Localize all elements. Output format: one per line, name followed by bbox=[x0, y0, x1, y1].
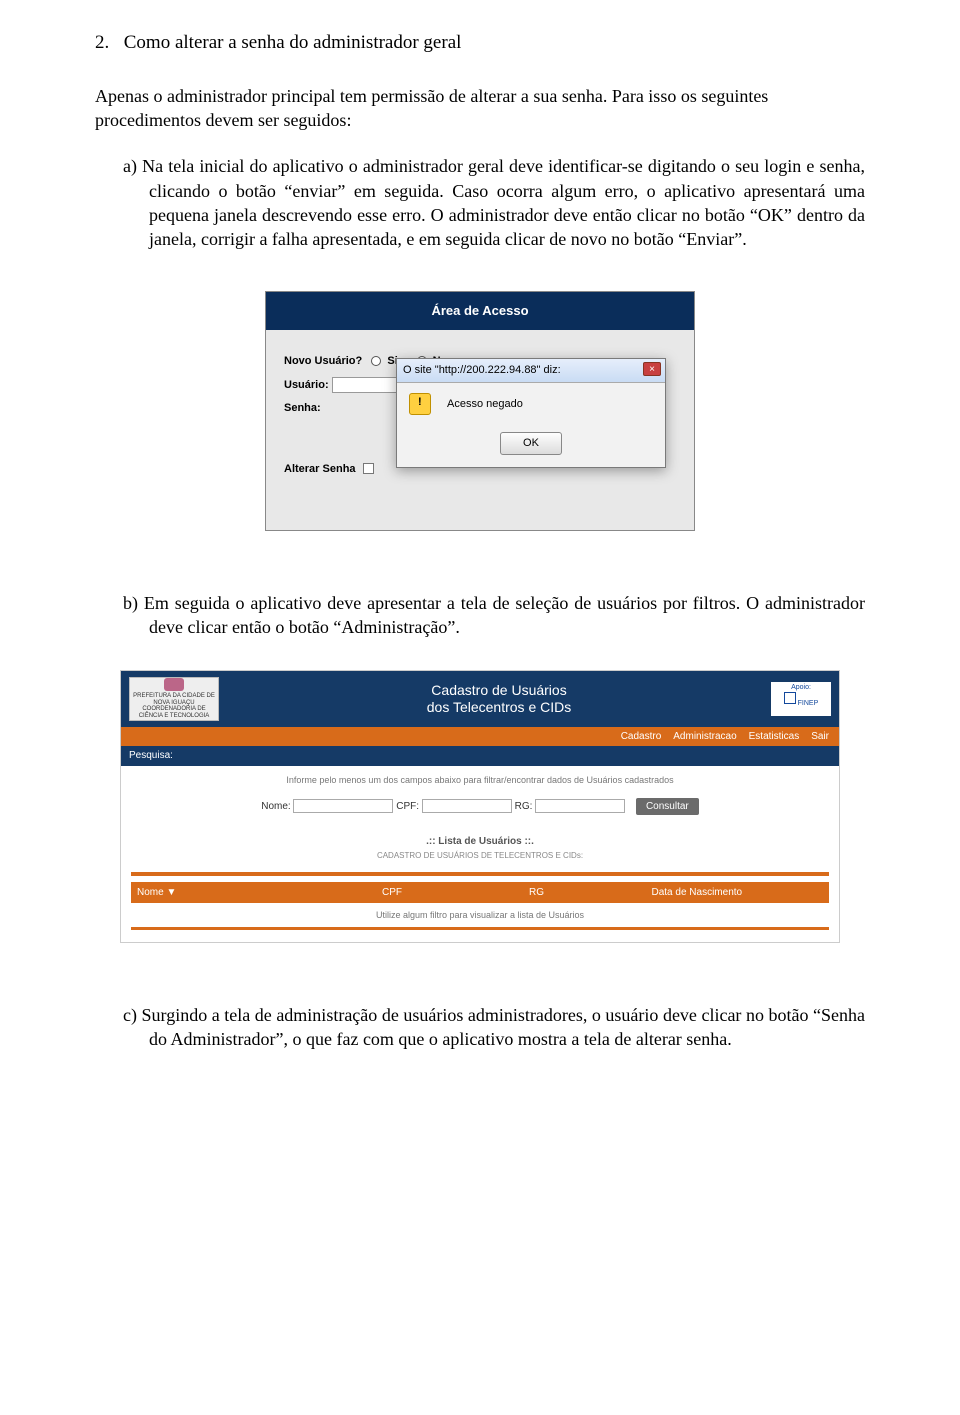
section-title-text: Como alterar a senha do administrador ge… bbox=[124, 32, 462, 53]
orange-divider-2 bbox=[131, 927, 829, 930]
login-panel-body: Novo Usuário? Sim Nao Usuário: Senha: O … bbox=[266, 330, 694, 530]
ok-button[interactable]: OK bbox=[500, 432, 562, 455]
list-item-c: c) Surgindo a tela de administração de u… bbox=[95, 1003, 865, 1052]
th-rg[interactable]: RG bbox=[529, 886, 652, 900]
radio-sim[interactable] bbox=[371, 356, 381, 366]
th-cpf[interactable]: CPF bbox=[382, 886, 529, 900]
lista-title: .:: Lista de Usuários ::. bbox=[121, 825, 839, 851]
nome-label: Nome: bbox=[261, 801, 290, 812]
list-letter-c: c) bbox=[123, 1005, 137, 1025]
error-dialog: O site "http://200.222.94.88" diz: × Ace… bbox=[396, 358, 666, 468]
logo-line1: PREFEITURA DA CIDADE DE NOVA IGUAÇU bbox=[130, 693, 218, 706]
pesquisa-bar: Pesquisa: bbox=[121, 746, 839, 766]
dialog-message: Acesso negado bbox=[447, 398, 523, 410]
dialog-title-text: O site "http://200.222.94.88" diz: bbox=[403, 364, 561, 376]
logo-line2: COORDENADORIA DE CIÊNCIA E TECNOLOGIA bbox=[130, 706, 218, 719]
filter-row: Nome: CPF: RG: Consultar bbox=[121, 794, 839, 826]
coat-of-arms-icon bbox=[164, 678, 184, 692]
cpf-label: CPF: bbox=[396, 801, 419, 812]
city-logo: PREFEITURA DA CIDADE DE NOVA IGUAÇU COOR… bbox=[129, 677, 219, 721]
list-text-b: Em seguida o aplicativo deve apresentar … bbox=[144, 593, 865, 637]
dialog-titlebar: O site "http://200.222.94.88" diz: × bbox=[397, 359, 665, 383]
user-list-screen: PREFEITURA DA CIDADE DE NOVA IGUAÇU COOR… bbox=[120, 670, 840, 944]
th-nome[interactable]: Nome ▼ bbox=[137, 886, 382, 900]
senha-label: Senha: bbox=[284, 402, 321, 414]
list-text-c: Surgindo a tela de administração de usuá… bbox=[142, 1005, 865, 1049]
finep-icon bbox=[784, 692, 796, 704]
banner: PREFEITURA DA CIDADE DE NOVA IGUAÇU COOR… bbox=[121, 671, 839, 727]
list-letter-b: b) bbox=[123, 593, 138, 613]
login-panel: Área de Acesso Novo Usuário? Sim Nao Usu… bbox=[265, 291, 695, 531]
dialog-button-row: OK bbox=[397, 426, 665, 467]
nav-bar: Cadastro Administracao Estatisticas Sair bbox=[121, 727, 839, 747]
alterar-senha-checkbox[interactable] bbox=[363, 463, 374, 474]
rg-input[interactable] bbox=[535, 799, 625, 813]
consultar-button[interactable]: Consultar bbox=[636, 798, 699, 816]
list-item-b: b) Em seguida o aplicativo deve apresent… bbox=[95, 591, 865, 640]
nav-sair[interactable]: Sair bbox=[811, 730, 829, 744]
list-letter-a: a) bbox=[123, 156, 137, 176]
banner-title: Cadastro de Usuários dos Telecentros e C… bbox=[227, 682, 771, 716]
nav-administracao[interactable]: Administracao bbox=[673, 730, 736, 744]
login-panel-title: Área de Acesso bbox=[266, 292, 694, 330]
nome-input[interactable] bbox=[293, 799, 393, 813]
rg-label: RG: bbox=[515, 801, 533, 812]
usuario-label: Usuário: bbox=[284, 379, 329, 391]
apoio-label: Apoio: bbox=[771, 684, 831, 692]
lista-subtitle: CADASTRO DE USUÁRIOS DE TELECENTROS E CI… bbox=[121, 851, 839, 868]
close-icon[interactable]: × bbox=[643, 362, 661, 376]
figure-1-wrapper: Área de Acesso Novo Usuário? Sim Nao Usu… bbox=[95, 291, 865, 531]
filter-hint: Informe pelo menos um dos campos abaixo … bbox=[121, 766, 839, 794]
cpf-input[interactable] bbox=[422, 799, 512, 813]
nav-estatisticas[interactable]: Estatisticas bbox=[749, 730, 800, 744]
figure-2-wrapper: PREFEITURA DA CIDADE DE NOVA IGUAÇU COOR… bbox=[95, 670, 865, 944]
empty-message: Utilize algum filtro para visualizar a l… bbox=[121, 903, 839, 925]
section-heading: 2. Como alterar a senha do administrador… bbox=[95, 30, 865, 56]
th-data-nascimento[interactable]: Data de Nascimento bbox=[652, 886, 824, 900]
warning-icon bbox=[409, 393, 431, 415]
sponsor-box: Apoio: FINEP bbox=[771, 682, 831, 716]
finep-label: FINEP bbox=[798, 700, 819, 707]
alterar-senha-label: Alterar Senha bbox=[284, 463, 356, 475]
section-number: 2. bbox=[95, 30, 119, 56]
list-item-a: a) Na tela inicial do aplicativo o admin… bbox=[95, 154, 865, 251]
novo-usuario-label: Novo Usuário? bbox=[284, 355, 362, 367]
intro-paragraph: Apenas o administrador principal tem per… bbox=[95, 84, 865, 133]
orange-divider-1 bbox=[131, 872, 829, 876]
table-header: Nome ▼ CPF RG Data de Nascimento bbox=[131, 882, 829, 904]
nav-cadastro[interactable]: Cadastro bbox=[621, 730, 662, 744]
dialog-body: Acesso negado bbox=[397, 383, 665, 426]
list-text-a: Na tela inicial do aplicativo o administ… bbox=[142, 156, 865, 249]
banner-title-line2: dos Telecentros e CIDs bbox=[227, 699, 771, 716]
banner-title-line1: Cadastro de Usuários bbox=[227, 682, 771, 699]
